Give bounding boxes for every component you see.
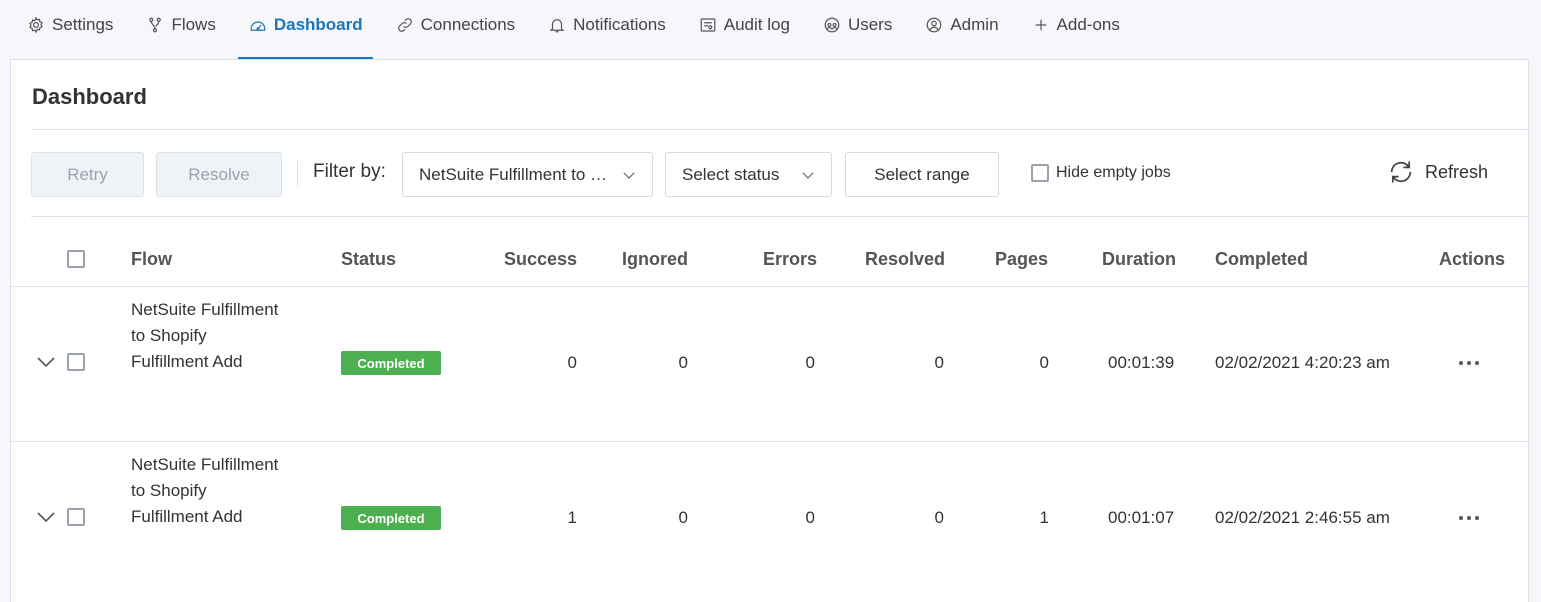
table-row: NetSuite Fulfillment to Shopify Fulfillm…: [11, 286, 1528, 441]
errors-count[interactable]: 0: [735, 508, 815, 528]
tab-admin[interactable]: Admin: [914, 0, 1008, 60]
tab-label: Admin: [950, 15, 999, 34]
tab-label: Settings: [52, 15, 114, 34]
link-icon: [395, 15, 415, 35]
tab-flows[interactable]: Flows: [135, 0, 225, 60]
errors-count[interactable]: 0: [735, 353, 815, 373]
flow-name[interactable]: NetSuite Fulfillment to Shopify Fulfillm…: [131, 452, 311, 530]
row-checkbox[interactable]: [67, 508, 85, 526]
column-header-ignored[interactable]: Ignored: [622, 249, 688, 270]
tab-label: Audit log: [723, 15, 790, 34]
tab-label: Flows: [171, 15, 216, 34]
hide-empty-jobs-label: Hide empty jobs: [1056, 164, 1171, 181]
select-range-button[interactable]: Select range: [845, 152, 999, 197]
more-actions-icon[interactable]: [1459, 361, 1479, 365]
refresh-icon: [1390, 161, 1412, 183]
tab-add-ons[interactable]: Add-ons: [1021, 0, 1130, 60]
chevron-down-icon: [802, 172, 814, 179]
tab-label: Add-ons: [1056, 15, 1120, 34]
completed-value: 02/02/2021 2:46:55 am: [1215, 508, 1390, 527]
column-header-actions: Actions: [1439, 249, 1506, 269]
duration-value: 00:01:07: [1108, 508, 1175, 527]
hide-empty-jobs-checkbox[interactable]: [1031, 164, 1049, 182]
tab-label: Users: [847, 15, 893, 34]
refresh-button[interactable]: Refresh: [1387, 158, 1488, 186]
tab-users[interactable]: Users: [812, 0, 902, 60]
toolbar-divider: [31, 216, 1528, 217]
status-badge: Completed: [341, 351, 441, 375]
status-badge: Completed: [341, 506, 441, 530]
table-row: NetSuite Fulfillment to Shopify Fulfillm…: [11, 441, 1528, 596]
tab-audit-log[interactable]: Audit log: [688, 0, 800, 60]
chevron-down-icon[interactable]: [36, 355, 56, 369]
dashboard-icon: [248, 15, 268, 35]
flow-name[interactable]: NetSuite Fulfillment to Shopify Fulfillm…: [131, 297, 311, 375]
ignored-count: 0: [678, 353, 688, 372]
success-count: 0: [567, 353, 577, 372]
tab-label: Notifications: [573, 15, 666, 34]
plus-icon: [1031, 15, 1051, 35]
tab-settings[interactable]: Settings: [16, 0, 123, 60]
chevron-down-icon: [623, 172, 635, 179]
row-checkbox[interactable]: [67, 353, 85, 371]
select-all-checkbox[interactable]: [67, 250, 85, 268]
column-header-completed[interactable]: Completed: [1215, 249, 1308, 270]
column-header-errors[interactable]: Errors: [763, 249, 817, 270]
pages-count: 0: [1039, 353, 1049, 372]
duration-value: 00:01:39: [1108, 353, 1175, 372]
dashboard-panel: Dashboard Retry Resolve Filter by: NetSu…: [10, 59, 1529, 602]
filter-label: Filter by:: [313, 161, 386, 182]
page-title: Dashboard: [32, 84, 147, 109]
audit-log-icon: [698, 15, 718, 35]
resolved-count: 0: [934, 353, 944, 372]
tab-notifications[interactable]: Notifications: [537, 0, 676, 60]
chevron-down-icon[interactable]: [36, 510, 56, 524]
completed-value: 02/02/2021 4:20:23 am: [1215, 353, 1390, 372]
column-header-resolved[interactable]: Resolved: [865, 249, 945, 270]
column-header-pages[interactable]: Pages: [995, 249, 1048, 270]
title-divider: [31, 129, 1528, 130]
flow-filter-select[interactable]: NetSuite Fulfillment to Shopify Fulfillm…: [402, 152, 653, 197]
flow-filter-value: NetSuite Fulfillment to Shopify Fulfillm…: [419, 164, 612, 184]
pages-count: 1: [1039, 508, 1049, 527]
users-icon: [822, 15, 842, 35]
tab-label: Connections: [420, 15, 516, 34]
retry-button[interactable]: Retry: [31, 152, 144, 197]
ignored-count: 0: [678, 508, 688, 527]
hide-empty-jobs-toggle[interactable]: Hide empty jobs: [1031, 164, 1171, 182]
tab-label: Dashboard: [273, 15, 363, 34]
success-count: 1: [567, 508, 577, 527]
user-circle-icon: [924, 15, 944, 35]
tab-connections[interactable]: Connections: [385, 0, 526, 60]
refresh-label: Refresh: [1425, 161, 1489, 182]
status-filter-value: Select status: [682, 164, 780, 184]
bell-icon: [547, 15, 567, 35]
flows-icon: [145, 15, 165, 35]
more-actions-icon[interactable]: [1459, 516, 1479, 520]
column-header-status[interactable]: Status: [341, 249, 396, 270]
resolve-button[interactable]: Resolve: [156, 152, 282, 197]
column-header-success[interactable]: Success: [504, 249, 577, 270]
toolbar-separator: [297, 161, 298, 187]
column-header-duration[interactable]: Duration: [1102, 249, 1176, 270]
tab-dashboard[interactable]: Dashboard: [237, 0, 373, 60]
resolved-count: 0: [934, 508, 944, 527]
nav-tabs: Settings Flows Dashboard Connections Not…: [16, 0, 1142, 60]
gear-icon: [26, 15, 46, 35]
column-header-flow[interactable]: Flow: [131, 249, 172, 270]
status-filter-select[interactable]: Select status: [665, 152, 832, 197]
